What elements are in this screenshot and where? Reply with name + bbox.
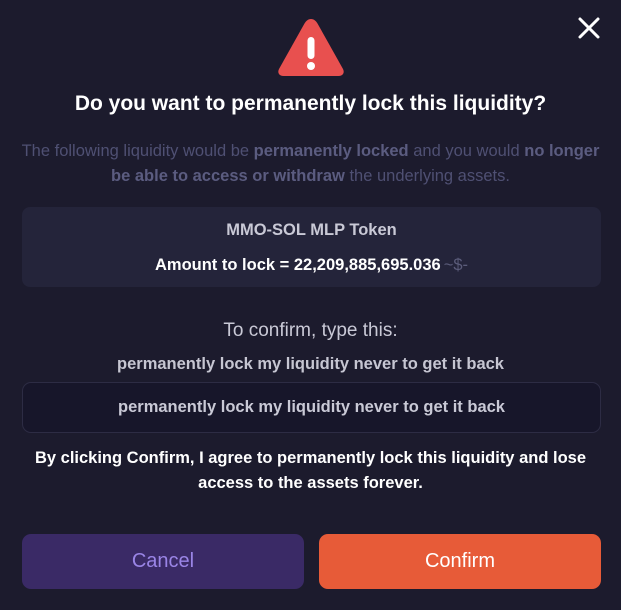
close-button[interactable] bbox=[575, 14, 603, 42]
description-text: The following liquidity would be bbox=[21, 142, 254, 160]
cancel-button[interactable]: Cancel bbox=[22, 534, 304, 589]
dialog-title: Do you want to permanently lock this liq… bbox=[74, 92, 547, 115]
amount-label: Amount to lock = bbox=[154, 256, 294, 274]
amount-row: Amount to lock = 22,209,885,695.036 ~$- bbox=[22, 256, 601, 275]
dialog-description: The following liquidity would be permane… bbox=[20, 139, 601, 189]
token-card: MMO-SOL MLP Token Amount to lock = 22,20… bbox=[22, 207, 601, 287]
close-icon bbox=[578, 17, 600, 39]
confirm-phrase: permanently lock my liquidity never to g… bbox=[117, 355, 504, 373]
agreement-text: By clicking Confirm, I agree to permanen… bbox=[34, 449, 587, 492]
amount-value: 22,209,885,695.036 bbox=[293, 256, 441, 274]
description-text: the underlying assets. bbox=[344, 167, 510, 185]
amount-usd-value: ~$- bbox=[443, 256, 468, 274]
warning-triangle-icon bbox=[278, 19, 344, 76]
confirm-phrase-input[interactable] bbox=[22, 382, 601, 433]
description-emphasis: permanently locked bbox=[253, 142, 409, 160]
lock-liquidity-dialog: Do you want to permanently lock this liq… bbox=[0, 0, 621, 610]
description-text: and you would bbox=[408, 142, 525, 160]
confirm-instruction: To confirm, type this: bbox=[223, 320, 398, 341]
token-name: MMO-SOL MLP Token bbox=[226, 221, 397, 239]
confirm-button[interactable]: Confirm bbox=[319, 534, 601, 589]
